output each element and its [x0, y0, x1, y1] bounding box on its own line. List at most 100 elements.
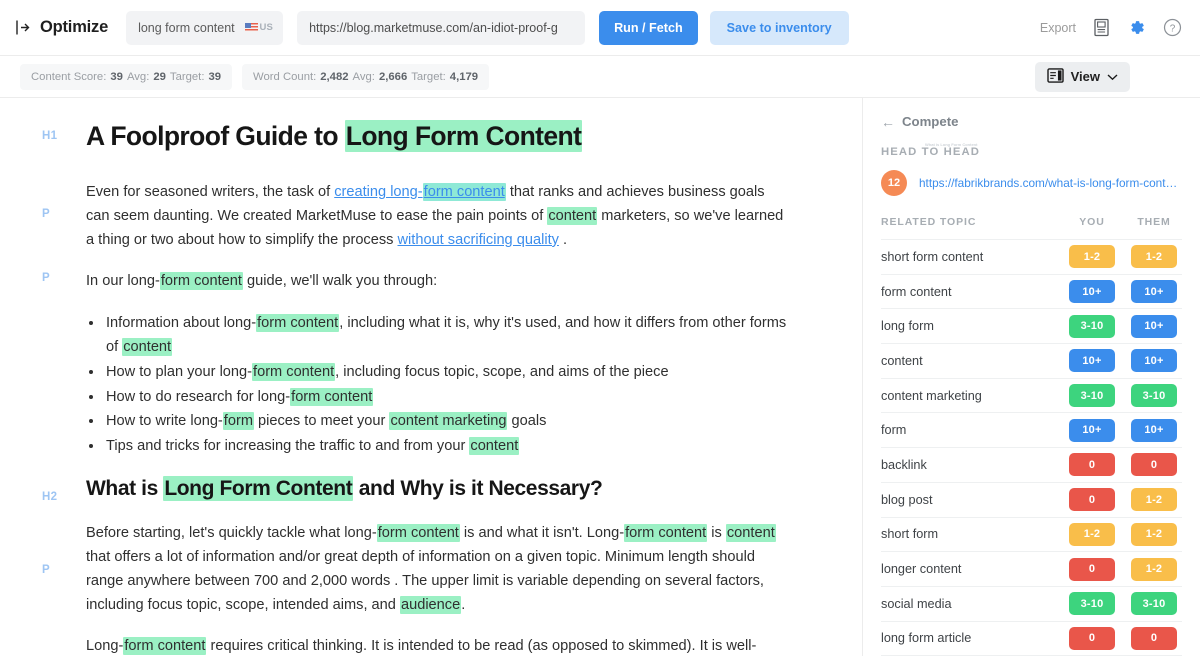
- paragraph-1: Even for seasoned writers, the task of c…: [86, 181, 792, 252]
- them-badge: 1-2: [1131, 522, 1177, 546]
- keyword-input[interactable]: long form content US: [126, 10, 284, 45]
- block-p4: Long-form content requires critical thin…: [30, 635, 792, 656]
- table-row[interactable]: form 10+ 10+: [881, 412, 1182, 447]
- topic-name: long form article: [881, 631, 972, 646]
- topic-name: social media: [881, 596, 952, 611]
- them-badge: 10+: [1131, 418, 1177, 442]
- table-row[interactable]: blog post 0 1-2: [881, 481, 1182, 517]
- page-title: A Foolproof Guide to Long Form Content: [86, 120, 792, 153]
- rank-badge: 12: [881, 170, 907, 196]
- you-badge: 10+: [1069, 418, 1115, 442]
- p2-b: guide, we'll walk you through:: [242, 273, 438, 290]
- block-tag-p2: P: [42, 272, 50, 285]
- topic-name: long form: [881, 319, 934, 334]
- table-row[interactable]: longer content 0 1-2: [881, 551, 1182, 586]
- topic-name: backlink: [881, 457, 927, 472]
- word-count-chip[interactable]: Word Count: 2,482 Avg: 2,666 Target: 4,1…: [242, 63, 490, 90]
- you-cell: 0: [1064, 557, 1120, 581]
- them-badge: 3-10: [1131, 384, 1177, 408]
- help-icon[interactable]: ?: [1163, 18, 1182, 37]
- word-count-avg-label: Avg:: [352, 70, 375, 83]
- us-flag-icon: [245, 23, 259, 32]
- document-icon[interactable]: [1093, 18, 1110, 37]
- word-count-target: 4,179: [449, 70, 479, 83]
- ghost-overlap-text: What is Long Form Content: [925, 142, 978, 147]
- content-score-label: Content Score:: [31, 70, 107, 83]
- you-badge: 1-2: [1069, 522, 1115, 546]
- head-to-head-label: HEAD TO HEAD What is Long Form Content: [881, 142, 1182, 158]
- them-cell: 0: [1126, 453, 1182, 477]
- topic-name: form content: [881, 284, 952, 299]
- you-badge: 0: [1069, 488, 1115, 512]
- block-tag-p1: P: [42, 208, 50, 221]
- title-highlight: Long Form Content: [344, 120, 583, 152]
- list-item: How to do research for long-form content: [104, 386, 792, 410]
- export-button[interactable]: Export: [1040, 21, 1076, 35]
- you-badge: 10+: [1069, 280, 1115, 304]
- run-fetch-button[interactable]: Run / Fetch: [599, 10, 698, 45]
- them-cell: 10+: [1126, 349, 1182, 373]
- them-cell: 1-2: [1126, 557, 1182, 581]
- competitor-row[interactable]: 12 https://fabrikbrands.com/what-is-long…: [881, 170, 1182, 196]
- word-count-label: Word Count:: [253, 70, 317, 83]
- table-row[interactable]: content 10+ 10+: [881, 343, 1182, 378]
- them-badge: 3-10: [1131, 592, 1177, 616]
- you-cell: 3-10: [1064, 384, 1120, 408]
- list-item: How to write long-form pieces to meet yo…: [104, 410, 792, 434]
- block-p1: P Even for seasoned writers, the task of…: [30, 181, 792, 252]
- you-badge: 3-10: [1069, 314, 1115, 338]
- competitor-url-link[interactable]: https://fabrikbrands.com/what-is-long-fo…: [919, 176, 1182, 190]
- bullet-list: Information about long-form content, inc…: [104, 312, 792, 459]
- link-without-sacrificing-quality[interactable]: without sacrificing quality: [398, 232, 559, 248]
- them-cell: 10+: [1126, 314, 1182, 338]
- topic-name: longer content: [881, 562, 962, 577]
- table-row[interactable]: short form 1-2 1-2: [881, 516, 1182, 552]
- url-input[interactable]: https://blog.marketmuse.com/an-idiot-pro…: [297, 10, 586, 45]
- them-cell: 1-2: [1126, 488, 1182, 512]
- list-item: How to plan your long-form content, incl…: [104, 361, 792, 385]
- content-score-avg: 29: [153, 70, 166, 83]
- top-toolbar: Optimize long form content US https://bl…: [0, 0, 1200, 56]
- block-p3: P Before starting, let's quickly tackle …: [30, 522, 792, 617]
- p2-hl: form content: [159, 272, 243, 291]
- them-badge: 1-2: [1131, 245, 1177, 269]
- you-badge: 0: [1069, 626, 1115, 650]
- document-editor[interactable]: H1 A Foolproof Guide to Long Form Conten…: [0, 98, 862, 656]
- them-badge: 0: [1131, 453, 1177, 477]
- app-title: Optimize: [40, 18, 109, 36]
- chevron-down-icon: [1107, 69, 1118, 84]
- gear-icon[interactable]: [1127, 18, 1146, 37]
- you-cell: 0: [1064, 488, 1120, 512]
- table-header: RELATED TOPIC YOU THEM: [881, 216, 1182, 239]
- table-row[interactable]: social media 3-10 3-10: [881, 585, 1182, 621]
- back-to-compete-button[interactable]: ← Compete: [881, 114, 1182, 129]
- column-you: YOU: [1079, 216, 1105, 228]
- topic-name: short form content: [881, 249, 984, 264]
- optimize-icon: [14, 19, 31, 36]
- section-heading: What is Long Form Content and Why is it …: [86, 475, 792, 502]
- paragraph-3: Before starting, let's quickly tackle wh…: [86, 524, 776, 614]
- view-dropdown[interactable]: View: [1034, 61, 1130, 92]
- word-count-target-label: Target:: [411, 70, 446, 83]
- table-row[interactable]: form content 10+ 10+: [881, 273, 1182, 309]
- them-cell: 3-10: [1126, 384, 1182, 408]
- topic-name: content marketing: [881, 388, 982, 403]
- table-row[interactable]: long form article 0 0: [881, 620, 1182, 656]
- table-row[interactable]: short form content 1-2 1-2: [881, 239, 1182, 274]
- you-cell: 1-2: [1064, 522, 1120, 546]
- you-badge: 3-10: [1069, 384, 1115, 408]
- link-creating-long-form-content[interactable]: creating long-form content: [334, 183, 506, 202]
- stats-bar: Content Score: 39 Avg: 29 Target: 39 Wor…: [0, 56, 1200, 98]
- table-row[interactable]: backlink 0 0: [881, 447, 1182, 482]
- table-row[interactable]: long form 3-10 10+: [881, 308, 1182, 343]
- them-cell: 1-2: [1126, 522, 1182, 546]
- you-badge: 1-2: [1069, 245, 1115, 269]
- them-badge: 1-2: [1131, 488, 1177, 512]
- content-score-chip[interactable]: Content Score: 39 Avg: 29 Target: 39: [20, 63, 233, 90]
- country-selector[interactable]: US: [245, 22, 273, 33]
- paragraph-2: In our long-form content guide, we'll wa…: [86, 270, 792, 294]
- save-to-inventory-button[interactable]: Save to inventory: [709, 10, 849, 45]
- column-them: THEM: [1137, 216, 1171, 228]
- table-row[interactable]: content marketing 3-10 3-10: [881, 377, 1182, 413]
- word-count-value: 2,482: [320, 70, 349, 83]
